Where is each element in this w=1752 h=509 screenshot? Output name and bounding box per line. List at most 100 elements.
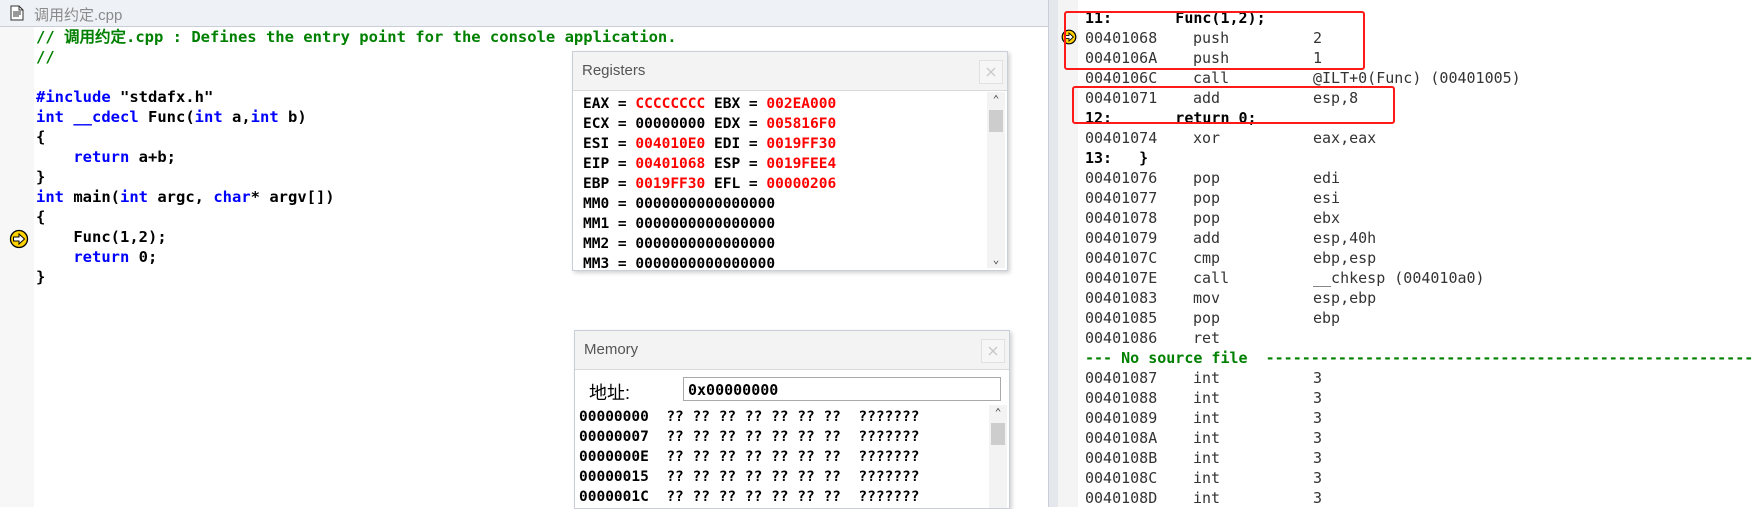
disassembly-instruction[interactable]: 00401086 ret (1085, 328, 1752, 348)
disassembly-source-line[interactable]: 13: } (1085, 148, 1752, 168)
register-value: 00000000 (635, 116, 706, 132)
instruction-address: 00401074 (1085, 129, 1158, 147)
disassembly-instruction[interactable]: 00401076 pop edi (1085, 168, 1752, 188)
register-row[interactable]: ESI = 004010E0 EDI = 0019FF30 (583, 134, 836, 154)
register-row[interactable]: EAX = CCCCCCCC EBX = 002EA000 (583, 94, 836, 114)
scroll-down-icon[interactable]: ⌄ (987, 252, 1005, 268)
disassembly-instruction[interactable]: 00401074 xor eax,eax (1085, 128, 1752, 148)
disassembly-instruction[interactable]: 00401077 pop esi (1085, 188, 1752, 208)
memory-panel-titlebar[interactable]: Memory (575, 331, 1009, 370)
register-name: MM0 (583, 196, 610, 212)
disassembly-instruction[interactable]: 00401078 pop ebx (1085, 208, 1752, 228)
register-name: MM3 (583, 256, 610, 272)
source-editor-titlebar[interactable]: 调用约定.cpp (0, 0, 1048, 27)
disassembly-instruction[interactable]: 00401079 add esp,40h (1085, 228, 1752, 248)
memory-ascii: ??????? (858, 469, 920, 485)
disassembly-gutter[interactable] (1058, 0, 1078, 507)
disassembly-instruction[interactable]: 00401089 int 3 (1085, 408, 1752, 428)
instruction-address: 0040107C (1085, 249, 1158, 267)
disassembly-instruction[interactable]: 0040108C int 3 (1085, 468, 1752, 488)
memory-panel-title: Memory (584, 341, 639, 358)
disassembly-instruction[interactable]: 00401087 int 3 (1085, 368, 1752, 388)
disassembly-instruction[interactable]: 0040107C cmp ebp,esp (1085, 248, 1752, 268)
instruction-operands: 3 (1313, 449, 1323, 467)
instruction-operands: esp,ebp (1313, 289, 1377, 307)
instruction-operands: ebp (1313, 309, 1341, 327)
instruction-operands: 3 (1313, 369, 1323, 387)
memory-bytes: ?? ?? ?? ?? ?? ?? ?? (666, 429, 841, 445)
memory-scrollbar[interactable]: ⌃ (989, 405, 1007, 508)
register-name: EDI (713, 136, 741, 152)
memory-row[interactable]: 00000000 ?? ?? ?? ?? ?? ?? ?? ??????? (579, 407, 920, 427)
register-value: 0000000000000000 (635, 236, 776, 252)
register-name: EFL (713, 176, 741, 192)
registers-list[interactable]: EAX = CCCCCCCC EBX = 002EA000 ECX = 00000… (583, 94, 836, 274)
memory-row[interactable]: 00000015 ?? ?? ?? ?? ?? ?? ?? ??????? (579, 467, 920, 487)
register-row[interactable]: MM1 = 0000000000000000 (583, 214, 836, 234)
register-value: 004010E0 (635, 136, 706, 152)
disassembly-instruction[interactable]: 0040107E call __chkesp (004010a0) (1085, 268, 1752, 288)
no-source-separator[interactable]: --- No source file ---------------------… (1085, 348, 1752, 368)
disassembly-instruction[interactable]: 0040106C call @ILT+0(Func) (00401005) (1085, 68, 1752, 88)
source-code-line[interactable]: // 调用约定.cpp : Defines the entry point fo… (36, 27, 677, 47)
memory-dump[interactable]: 00000000 ?? ?? ?? ?? ?? ?? ?? ??????? 000… (579, 407, 920, 507)
disassembly-instruction[interactable]: 00401083 mov esp,ebp (1085, 288, 1752, 308)
memory-bytes: ?? ?? ?? ?? ?? ?? ?? (666, 449, 841, 465)
instruction-mnemonic: int (1193, 409, 1221, 427)
memory-row[interactable]: 0000001C ?? ?? ?? ?? ?? ?? ?? ??????? (579, 487, 920, 507)
instruction-operands: 3 (1313, 409, 1323, 427)
register-value: CCCCCCCC (635, 96, 706, 112)
instruction-address: 0040106C (1085, 69, 1158, 87)
register-name: ECX (583, 116, 610, 132)
instruction-mnemonic: pop (1193, 309, 1221, 327)
register-row[interactable]: EBP = 0019FF30 EFL = 00000206 (583, 174, 836, 194)
highlight-push-args (1064, 11, 1365, 70)
instruction-mnemonic: mov (1193, 289, 1221, 307)
scroll-up-icon[interactable]: ⌃ (987, 92, 1005, 108)
disassembly-instruction[interactable]: 0040108B int 3 (1085, 448, 1752, 468)
instruction-address: 00401088 (1085, 389, 1158, 407)
memory-row[interactable]: 00000007 ?? ?? ?? ?? ?? ?? ?? ??????? (579, 427, 920, 447)
instruction-mnemonic: cmp (1193, 249, 1221, 267)
instruction-mnemonic: ret (1193, 329, 1221, 347)
instruction-address: 0040108D (1085, 489, 1158, 507)
register-row[interactable]: MM0 = 0000000000000000 (583, 194, 836, 214)
register-value: 0000000000000000 (635, 196, 776, 212)
memory-scroll-thumb[interactable] (991, 423, 1005, 445)
source-editor-gutter[interactable] (0, 27, 34, 507)
instruction-mnemonic: pop (1193, 189, 1221, 207)
disassembly-instruction[interactable]: 00401085 pop ebp (1085, 308, 1752, 328)
register-value: 00401068 (635, 156, 706, 172)
memory-row[interactable]: 0000000E ?? ?? ?? ?? ?? ?? ?? ??????? (579, 447, 920, 467)
register-row[interactable]: ECX = 00000000 EDX = 005816F0 (583, 114, 836, 134)
disassembly-instruction[interactable]: 0040108A int 3 (1085, 428, 1752, 448)
memory-address-input[interactable]: 0x00000000 (683, 377, 1001, 401)
register-value: 0019FF30 (635, 176, 706, 192)
register-row[interactable]: MM2 = 0000000000000000 (583, 234, 836, 254)
scroll-up-icon[interactable]: ⌃ (989, 405, 1007, 421)
register-row[interactable]: MM3 = 0000000000000000 (583, 254, 836, 274)
registers-scroll-thumb[interactable] (989, 110, 1003, 132)
registers-close-button[interactable] (979, 60, 1003, 84)
instruction-address: 00401076 (1085, 169, 1158, 187)
disassembly-code-area[interactable]: 11: Func(1,2); 00401068 push 2 0040106A push 1… (1085, 8, 1752, 507)
disassembly-instruction[interactable]: 00401088 int 3 (1085, 388, 1752, 408)
instruction-address: 0040108A (1085, 429, 1158, 447)
instruction-address: 00401083 (1085, 289, 1158, 307)
instruction-operands: eax,eax (1313, 129, 1377, 147)
source-file-icon (10, 5, 24, 21)
register-value: 002EA000 (766, 96, 837, 112)
instruction-operands: 3 (1313, 389, 1323, 407)
memory-ascii: ??????? (858, 409, 920, 425)
registers-panel-titlebar[interactable]: Registers (573, 52, 1007, 91)
memory-close-button[interactable] (981, 339, 1005, 363)
instruction-address: 00401078 (1085, 209, 1158, 227)
instruction-operands: __chkesp (004010a0) (1313, 269, 1485, 287)
instruction-mnemonic: pop (1193, 209, 1221, 227)
registers-scrollbar[interactable]: ⌃ ⌄ (987, 92, 1005, 268)
register-value: 005816F0 (766, 116, 837, 132)
memory-address: 0000001C (579, 489, 649, 505)
register-name: ESP (713, 156, 741, 172)
register-row[interactable]: EIP = 00401068 ESP = 0019FEE4 (583, 154, 836, 174)
disassembly-instruction[interactable]: 0040108D int 3 (1085, 488, 1752, 507)
